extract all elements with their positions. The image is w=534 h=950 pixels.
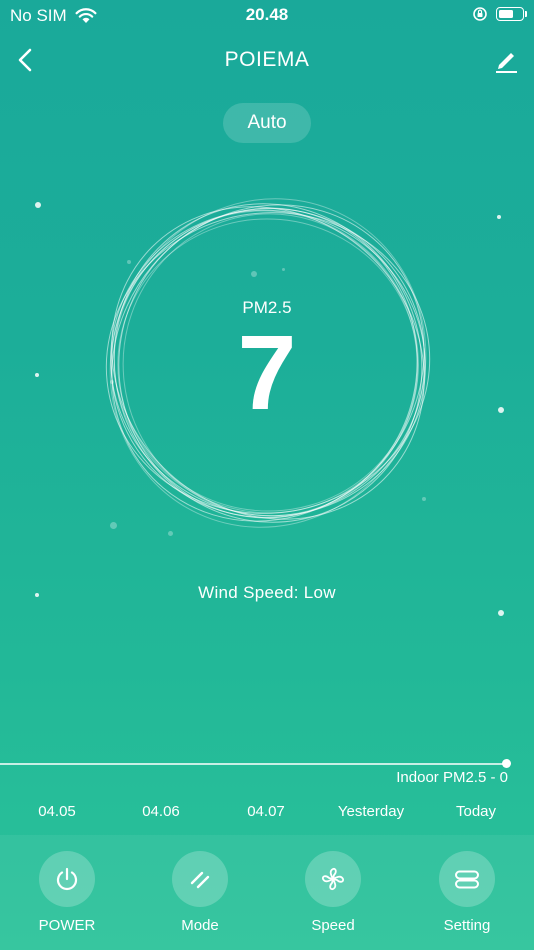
mode-button[interactable]: Auto <box>223 103 311 143</box>
mode-button-circle[interactable] <box>172 851 228 907</box>
status-time: 20.48 <box>245 5 289 24</box>
status-bar: No SIM 20.48 <box>0 0 534 32</box>
status-right <box>472 6 527 22</box>
setting-button-circle[interactable] <box>439 851 495 907</box>
date-label[interactable]: Today <box>421 803 531 820</box>
power-label: POWER <box>38 917 96 934</box>
page-title: POIEMA <box>224 48 310 71</box>
power-button-circle[interactable] <box>39 851 95 907</box>
bottom-tab-bar: POWER Mode Speed Setting <box>0 835 534 950</box>
edit-icon[interactable] <box>492 46 520 74</box>
setting-label: Setting <box>443 917 491 934</box>
power-button[interactable]: POWER <box>17 851 117 934</box>
date-label[interactable]: 04.07 <box>211 803 321 820</box>
setting-button[interactable]: Setting <box>417 851 517 934</box>
mode-icon <box>190 871 210 889</box>
date-label[interactable]: Yesterday <box>316 803 426 820</box>
wind-speed-text: Wind Speed: Low <box>198 583 336 602</box>
speed-button[interactable]: Speed <box>283 851 383 934</box>
mode-label: Mode <box>181 917 219 934</box>
speed-button-circle[interactable] <box>305 851 361 907</box>
particle <box>497 215 501 219</box>
date-label[interactable]: 04.05 <box>2 803 112 820</box>
trend-point <box>502 759 511 768</box>
battery-fill <box>499 10 513 18</box>
pm25-value: 7 <box>237 314 297 432</box>
fan-icon <box>321 867 345 891</box>
orientation-lock-icon <box>473 7 487 21</box>
particle <box>35 202 41 208</box>
setting-icon <box>455 870 479 889</box>
battery-icon <box>496 7 527 21</box>
speed-label: Speed <box>311 917 355 934</box>
date-axis: 04.05 04.06 04.07 Yesterday Today <box>0 803 534 825</box>
date-label[interactable]: 04.06 <box>106 803 216 820</box>
mode-tab-button[interactable]: Mode <box>150 851 250 934</box>
indoor-pm25-label: Indoor PM2.5 - 0 <box>396 769 508 786</box>
trend-line <box>0 763 507 765</box>
power-icon <box>56 867 78 891</box>
battery-tip <box>525 11 527 17</box>
nav-bar: POIEMA <box>0 40 534 80</box>
particle <box>498 610 504 616</box>
